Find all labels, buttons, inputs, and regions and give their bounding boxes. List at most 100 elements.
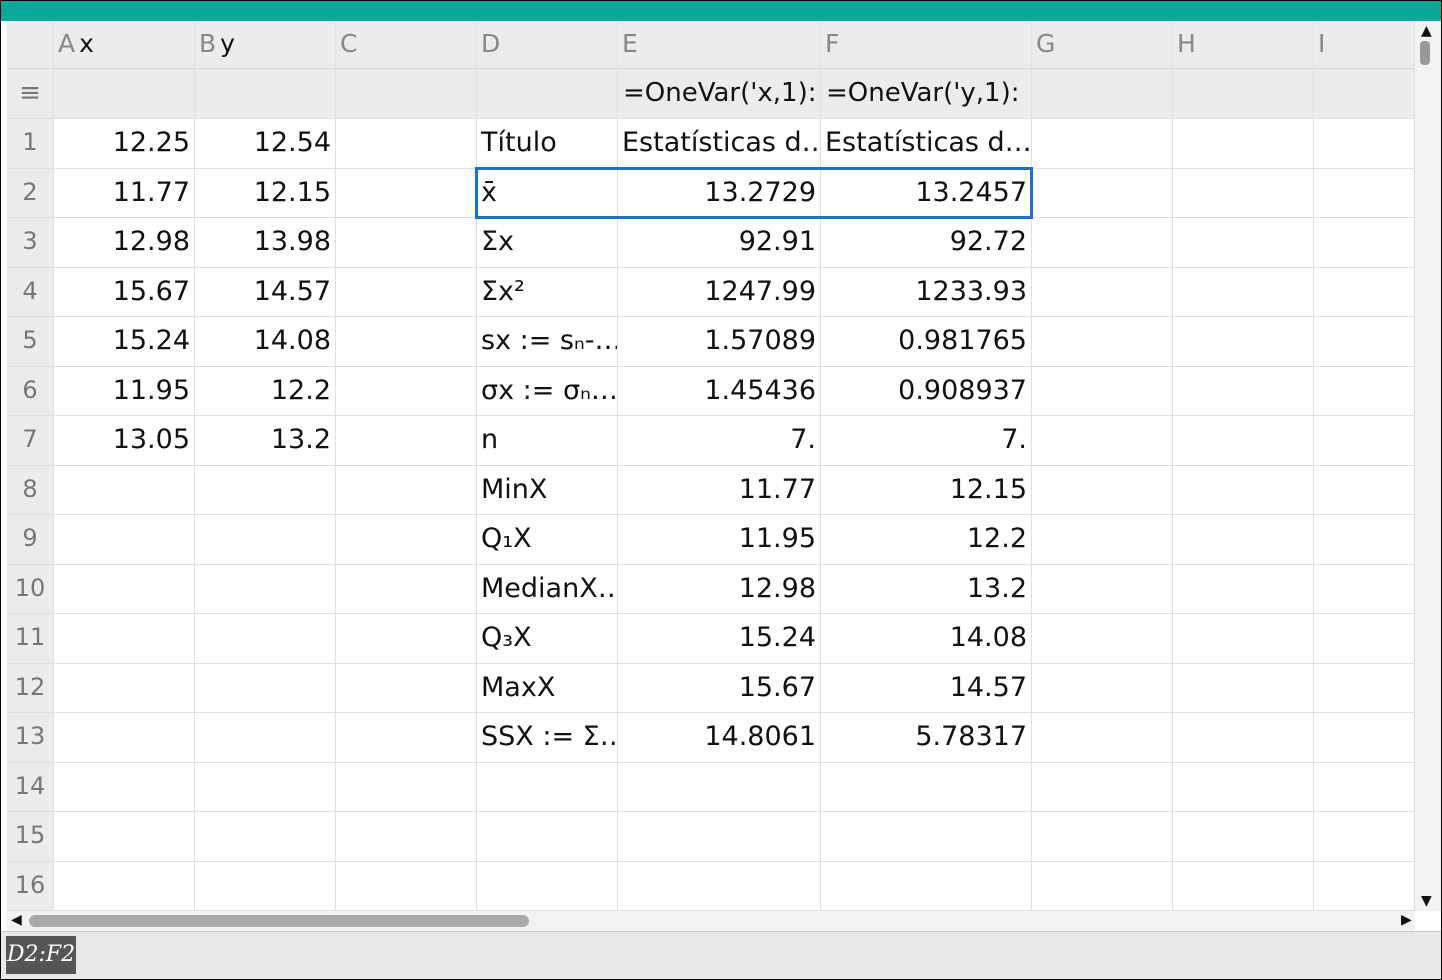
cell[interactable]: 1233.93	[821, 267, 1032, 317]
formula-cell[interactable]: =OneVar('y,1):	[821, 69, 1032, 119]
cell[interactable]: Estatísticas d…	[821, 119, 1032, 169]
cell[interactable]	[1032, 366, 1173, 416]
formula-cell[interactable]	[1173, 69, 1314, 119]
cell[interactable]	[1314, 168, 1415, 218]
scroll-right-icon[interactable]: ▶	[1401, 912, 1412, 928]
vertical-scrollbar[interactable]	[1415, 21, 1441, 911]
spreadsheet-grid[interactable]: Ax By C D E F G H I ≡ =OneVar('x,1): =OneVar('y,1):…	[7, 21, 1415, 911]
cell[interactable]: 13.2457	[821, 168, 1032, 218]
cell[interactable]	[195, 713, 336, 763]
cell[interactable]	[1314, 465, 1415, 515]
cell[interactable]	[195, 465, 336, 515]
cell[interactable]: 1.57089	[618, 317, 821, 367]
cell[interactable]	[195, 812, 336, 862]
cell[interactable]	[1314, 218, 1415, 268]
formula-cell[interactable]	[195, 69, 336, 119]
cell[interactable]: 0.981765	[821, 317, 1032, 367]
cell[interactable]	[1032, 713, 1173, 763]
formula-cell[interactable]	[1032, 69, 1173, 119]
row-header[interactable]: 8	[7, 465, 54, 515]
cell[interactable]	[336, 119, 477, 169]
cell[interactable]	[54, 515, 195, 565]
cell[interactable]	[1173, 119, 1314, 169]
cell[interactable]: Q₃X	[477, 614, 618, 664]
cell[interactable]	[195, 762, 336, 812]
cell[interactable]	[1032, 861, 1173, 911]
column-header-e[interactable]: E	[618, 21, 821, 69]
cell[interactable]	[477, 762, 618, 812]
cell[interactable]	[54, 861, 195, 911]
row-header[interactable]: 14	[7, 762, 54, 812]
cell[interactable]	[195, 663, 336, 713]
scroll-down-icon[interactable]: ▼	[1421, 893, 1432, 909]
cell[interactable]: Σx	[477, 218, 618, 268]
cell[interactable]	[54, 812, 195, 862]
cell[interactable]	[1032, 762, 1173, 812]
cell[interactable]: 13.2729	[618, 168, 821, 218]
cell[interactable]: 12.2	[821, 515, 1032, 565]
cell[interactable]	[1314, 416, 1415, 466]
cell[interactable]: 5.78317	[821, 713, 1032, 763]
cell[interactable]	[54, 465, 195, 515]
cell[interactable]	[195, 564, 336, 614]
formula-cell[interactable]	[477, 69, 618, 119]
cell[interactable]	[336, 465, 477, 515]
cell[interactable]	[336, 366, 477, 416]
cell[interactable]: 15.67	[54, 267, 195, 317]
row-header[interactable]: 7	[7, 416, 54, 466]
cell[interactable]	[1314, 614, 1415, 664]
cell[interactable]	[1314, 861, 1415, 911]
cell[interactable]	[1173, 515, 1314, 565]
cell[interactable]: 12.54	[195, 119, 336, 169]
column-header-a[interactable]: Ax	[54, 21, 195, 69]
cell[interactable]: Σx²	[477, 267, 618, 317]
cell[interactable]: 1.45436	[618, 366, 821, 416]
cell[interactable]	[1314, 564, 1415, 614]
column-header-g[interactable]: G	[1032, 21, 1173, 69]
cell[interactable]	[1314, 663, 1415, 713]
row-header[interactable]: 6	[7, 366, 54, 416]
cell[interactable]: 92.91	[618, 218, 821, 268]
cell[interactable]: n	[477, 416, 618, 466]
cell[interactable]	[1173, 564, 1314, 614]
cell[interactable]: 12.15	[821, 465, 1032, 515]
column-header-f[interactable]: F	[821, 21, 1032, 69]
cell[interactable]: 15.24	[54, 317, 195, 367]
cell[interactable]	[618, 861, 821, 911]
row-header[interactable]: 5	[7, 317, 54, 367]
cell[interactable]	[1173, 812, 1314, 862]
formula-cell[interactable]	[1314, 69, 1415, 119]
cell[interactable]	[1032, 465, 1173, 515]
cell[interactable]	[1173, 713, 1314, 763]
cell[interactable]	[195, 614, 336, 664]
cell[interactable]	[618, 812, 821, 862]
row-header[interactable]: 15	[7, 812, 54, 862]
cell[interactable]	[1032, 119, 1173, 169]
cell[interactable]: 11.95	[618, 515, 821, 565]
cell[interactable]	[1314, 317, 1415, 367]
cell[interactable]: MinX	[477, 465, 618, 515]
cell[interactable]	[336, 663, 477, 713]
column-header-h[interactable]: H	[1173, 21, 1314, 69]
cell[interactable]: Estatísticas d…	[618, 119, 821, 169]
row-header[interactable]: 2	[7, 168, 54, 218]
cell[interactable]	[821, 861, 1032, 911]
formula-cell[interactable]	[336, 69, 477, 119]
vertical-scroll-thumb[interactable]	[1420, 41, 1430, 65]
cell[interactable]	[1032, 267, 1173, 317]
cell[interactable]: 14.57	[821, 663, 1032, 713]
cell[interactable]	[1173, 168, 1314, 218]
cell[interactable]: σx := σₙ…	[477, 366, 618, 416]
cell[interactable]	[336, 515, 477, 565]
cell[interactable]	[336, 614, 477, 664]
cell[interactable]	[1032, 168, 1173, 218]
cell[interactable]	[195, 861, 336, 911]
cell[interactable]: 13.98	[195, 218, 336, 268]
cell[interactable]: MedianX…	[477, 564, 618, 614]
cell[interactable]	[1032, 218, 1173, 268]
cell[interactable]	[54, 713, 195, 763]
horizontal-scroll-thumb[interactable]	[29, 915, 529, 927]
cell[interactable]	[1032, 812, 1173, 862]
row-header[interactable]: 9	[7, 515, 54, 565]
cell[interactable]	[1314, 267, 1415, 317]
